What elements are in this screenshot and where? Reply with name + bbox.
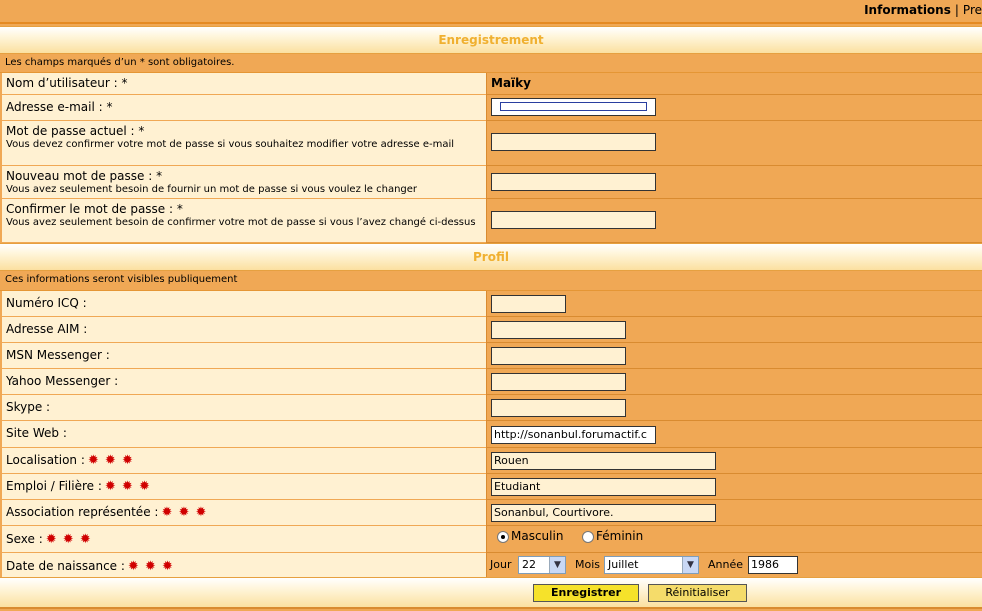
new-password-input[interactable] xyxy=(491,173,656,191)
username-value-cell: Maïky xyxy=(486,73,982,95)
new-password-label: Nouveau mot de passe : * xyxy=(6,169,163,183)
nav-tab-informations[interactable]: Informations xyxy=(864,3,951,17)
confirm-password-help: Vous avez seulement besoin de confirmer … xyxy=(6,217,476,228)
required-stars-icon: ✹ ✹ ✹ xyxy=(87,453,134,468)
gender-male-label[interactable]: Masculin xyxy=(511,529,563,543)
association-label-cell: Association représentée : ✹ ✹ ✹ xyxy=(2,500,486,526)
email-input[interactable] xyxy=(491,98,656,116)
website-value-cell: http://sonanbul.forumactif.c xyxy=(486,421,982,448)
icq-label: Numéro ICQ : xyxy=(6,296,87,310)
month-label: Mois xyxy=(575,558,601,571)
website-label: Site Web : xyxy=(6,426,67,440)
year-input[interactable]: 1986 xyxy=(748,556,798,574)
gender-male-radio[interactable] xyxy=(497,531,509,543)
aim-label: Adresse AIM : xyxy=(6,322,88,336)
job-value-cell: Etudiant xyxy=(486,474,982,500)
confirm-password-label: Confirmer le mot de passe : * xyxy=(6,202,183,216)
job-input[interactable]: Etudiant xyxy=(491,478,716,496)
new-password-help: Vous avez seulement besoin de fournir un… xyxy=(6,184,418,195)
top-navigation: Informations | Pre xyxy=(0,0,982,22)
username-value: Maïky xyxy=(491,76,531,90)
redacted-email xyxy=(500,102,647,111)
aim-label-cell: Adresse AIM : xyxy=(2,317,486,343)
association-value-cell: Sonanbul, Courtivore. xyxy=(486,500,982,526)
job-label-cell: Emploi / Filière : ✹ ✹ ✹ xyxy=(2,474,486,500)
profile-form: Enregistrement Les champs marqués d’un *… xyxy=(0,22,982,611)
current-password-value-cell xyxy=(486,121,982,166)
confirm-password-value-cell xyxy=(486,199,982,243)
aim-value-cell xyxy=(486,317,982,343)
year-label: Année xyxy=(708,558,744,571)
required-stars-icon: ✹ ✹ ✹ xyxy=(161,505,208,520)
msn-label: MSN Messenger : xyxy=(6,348,110,362)
msn-value-cell xyxy=(486,343,982,369)
gender-value-cell: Masculin Féminin xyxy=(486,526,982,553)
current-password-input[interactable] xyxy=(491,133,656,151)
yahoo-label: Yahoo Messenger : xyxy=(6,374,119,388)
confirm-password-label-cell: Confirmer le mot de passe : * Vous avez … xyxy=(2,199,486,243)
day-label: Jour xyxy=(490,558,512,571)
username-label: Nom d’utilisateur : * xyxy=(6,76,128,90)
skype-label-cell: Skype : xyxy=(2,395,486,421)
confirm-password-input[interactable] xyxy=(491,211,656,229)
email-label: Adresse e-mail : * xyxy=(6,100,113,114)
submit-button[interactable]: Enregistrer xyxy=(533,584,639,602)
icq-value-cell xyxy=(486,291,982,317)
nav-separator: | xyxy=(954,3,959,17)
day-select[interactable]: 22 ▼ xyxy=(518,556,566,574)
msn-input[interactable] xyxy=(491,347,626,365)
month-value: Juillet xyxy=(608,558,639,571)
website-input[interactable]: http://sonanbul.forumactif.c xyxy=(491,426,656,444)
msn-label-cell: MSN Messenger : xyxy=(2,343,486,369)
skype-input[interactable] xyxy=(491,399,626,417)
birthdate-label-cell: Date de naissance : ✹ ✹ ✹ xyxy=(2,553,486,579)
location-label: Localisation : xyxy=(6,453,85,467)
month-select[interactable]: Juillet ▼ xyxy=(604,556,699,574)
birthdate-label: Date de naissance : xyxy=(6,559,125,573)
association-input[interactable]: Sonanbul, Courtivore. xyxy=(491,504,716,522)
day-value: 22 xyxy=(522,558,536,571)
skype-value-cell xyxy=(486,395,982,421)
location-value-cell: Rouen xyxy=(486,448,982,474)
public-info-note: Ces informations seront visibles publiqu… xyxy=(0,271,982,291)
gender-female-label[interactable]: Féminin xyxy=(596,529,643,543)
section-header-profile: Profil xyxy=(0,243,982,271)
icq-label-cell: Numéro ICQ : xyxy=(2,291,486,317)
location-input[interactable]: Rouen xyxy=(491,452,716,470)
aim-input[interactable] xyxy=(491,321,626,339)
email-label-cell: Adresse e-mail : * xyxy=(2,95,486,121)
chevron-down-icon[interactable]: ▼ xyxy=(682,557,698,573)
location-label-cell: Localisation : ✹ ✹ ✹ xyxy=(2,448,486,474)
nav-tab-next[interactable]: Pre xyxy=(963,3,982,17)
yahoo-value-cell xyxy=(486,369,982,395)
birthdate-value-cell: Jour 22 ▼ Mois Juillet ▼ Année 1986 xyxy=(486,553,982,579)
icq-input[interactable] xyxy=(491,295,566,313)
required-stars-icon: ✹ ✹ ✹ xyxy=(45,532,92,547)
new-password-label-cell: Nouveau mot de passe : * Vous avez seule… xyxy=(2,166,486,199)
chevron-down-icon[interactable]: ▼ xyxy=(549,557,565,573)
yahoo-input[interactable] xyxy=(491,373,626,391)
reset-button[interactable]: Réinitialiser xyxy=(648,584,747,602)
required-stars-icon: ✹ ✹ ✹ xyxy=(104,479,151,494)
required-stars-icon: ✹ ✹ ✹ xyxy=(127,559,174,574)
website-label-cell: Site Web : xyxy=(2,421,486,448)
new-password-value-cell xyxy=(486,166,982,199)
username-label-cell: Nom d’utilisateur : * xyxy=(2,73,486,95)
job-label: Emploi / Filière : xyxy=(6,479,102,493)
current-password-label-cell: Mot de passe actuel : * Vous devez confi… xyxy=(2,121,486,166)
gender-female-radio[interactable] xyxy=(582,531,594,543)
email-value-cell xyxy=(486,95,982,121)
form-actions: Enregistrer Réinitialiser xyxy=(0,577,982,609)
current-password-help: Vous devez confirmer votre mot de passe … xyxy=(6,139,455,150)
skype-label: Skype : xyxy=(6,400,51,414)
yahoo-label-cell: Yahoo Messenger : xyxy=(2,369,486,395)
gender-label: Sexe : xyxy=(6,532,43,546)
section-header-registration: Enregistrement xyxy=(0,26,982,54)
gender-label-cell: Sexe : ✹ ✹ ✹ xyxy=(2,526,486,553)
required-fields-note: Les champs marqués d’un * sont obligatoi… xyxy=(0,54,982,73)
current-password-label: Mot de passe actuel : * xyxy=(6,124,145,138)
association-label: Association représentée : xyxy=(6,505,159,519)
